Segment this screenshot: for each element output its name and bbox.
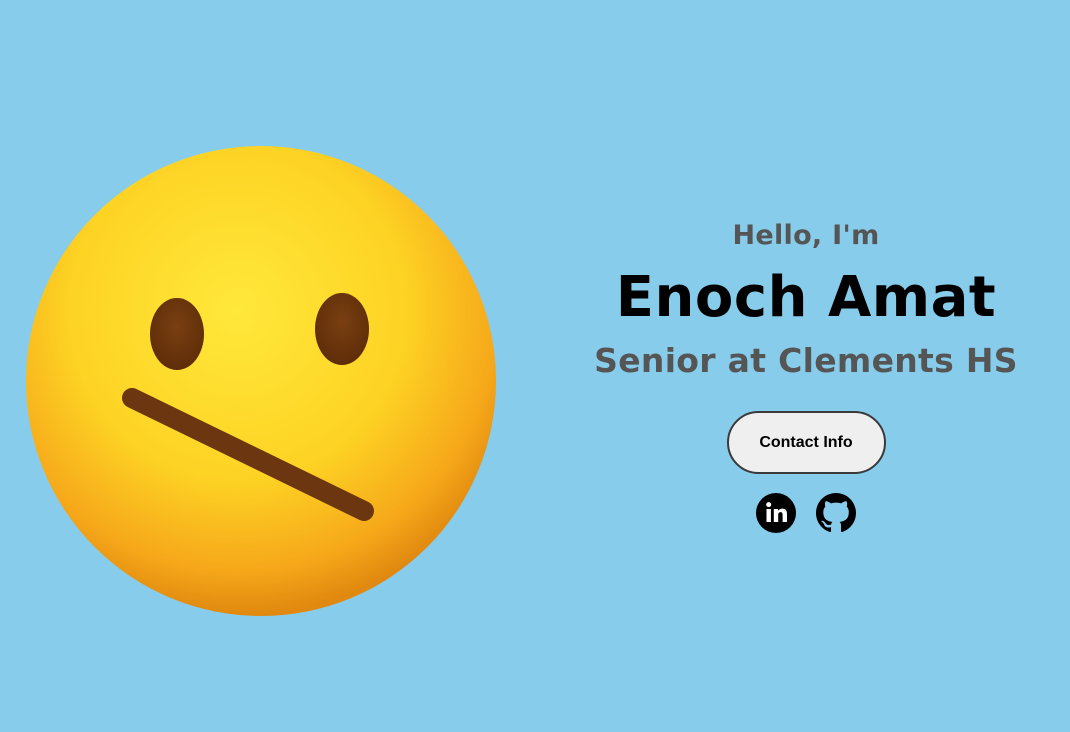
- button-container: Contact Info: [580, 411, 1032, 474]
- hero-section: Hello, I'm Enoch Amat Senior at Clements…: [580, 216, 1032, 533]
- greeting-text: Hello, I'm: [732, 220, 880, 251]
- social-links: [580, 493, 1032, 533]
- page-title: Enoch Amat: [615, 265, 997, 330]
- linkedin-icon[interactable]: [756, 493, 796, 533]
- subtitle-text: Senior at Clements HS: [594, 341, 1018, 380]
- profile-picture: [24, 144, 498, 618]
- contact-info-button[interactable]: Contact Info: [726, 411, 886, 474]
- github-icon[interactable]: [816, 493, 856, 533]
